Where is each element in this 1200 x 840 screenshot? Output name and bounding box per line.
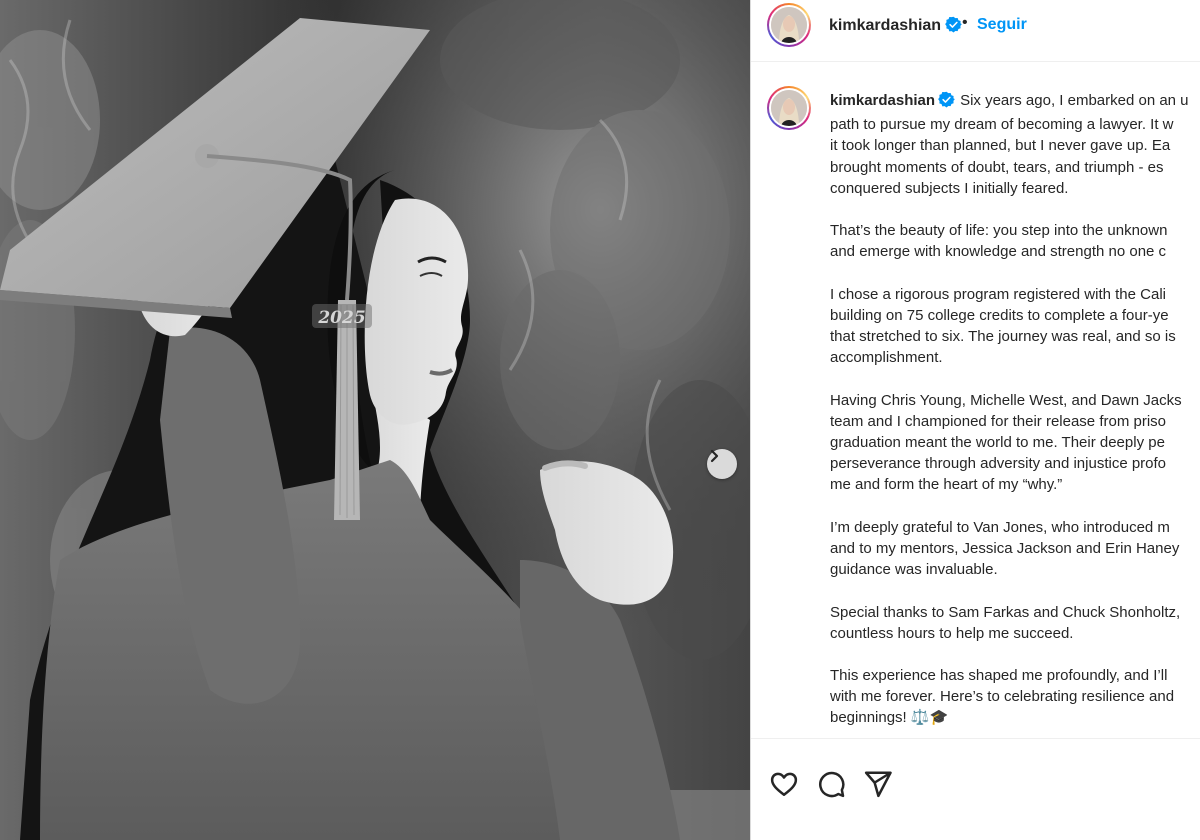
caption-line: graduation meant the world to me. Their … <box>830 434 1165 452</box>
caption-line: with me forever. Here’s to celebrating r… <box>830 688 1175 706</box>
caption-line: This experience has shaped me profoundly… <box>830 667 1168 685</box>
caption-line: guidance was invaluable. <box>830 561 998 579</box>
caption-line: brought moments of doubt, tears, and tri… <box>830 158 1164 176</box>
caption-line <box>830 263 1200 284</box>
caption-line <box>830 644 1200 665</box>
graduation-photo: 2025 <box>0 0 750 840</box>
header-username-row[interactable]: kimkardashian <box>829 16 962 38</box>
caption-username[interactable]: kimkardashian <box>830 92 935 109</box>
caption-line: accomplishment. <box>830 349 943 367</box>
caption-line: I’m deeply grateful to Van Jones, who in… <box>830 518 1170 536</box>
caption-line: Having Chris Young, Michelle West, and D… <box>830 391 1182 409</box>
like-button[interactable] <box>769 769 799 799</box>
share-icon <box>863 771 893 803</box>
caption-line: That’s the beauty of life: you step into… <box>830 222 1168 240</box>
caption-body: path to pursue my dream of becoming a la… <box>830 114 1200 728</box>
caption-line: conquered subjects I initially feared. <box>830 179 1069 197</box>
tassel-charm-year: 2025 <box>317 308 365 328</box>
comment-button[interactable] <box>816 769 846 799</box>
caption-line: it took longer than planned, but I never… <box>830 137 1171 155</box>
caption-line: Special thanks to Sam Farkas and Chuck S… <box>830 603 1181 621</box>
caption-avatar-image <box>771 90 807 126</box>
avatar[interactable] <box>767 3 811 47</box>
verified-badge-icon <box>945 16 962 38</box>
caption-line: I chose a rigorous program registered wi… <box>830 285 1166 303</box>
caption-line <box>830 580 1200 601</box>
comment-icon <box>816 771 846 803</box>
caption-line: building on 75 college credits to comple… <box>830 306 1169 324</box>
header-separator: • <box>962 14 968 31</box>
post-side-panel: kimkardashian • Seguir kimkardashian Six … <box>750 0 1200 840</box>
post-header: kimkardashian • Seguir <box>751 0 1200 62</box>
caption-line: kimkardashian Six years ago, I embarked o… <box>830 90 1200 114</box>
header-username[interactable]: kimkardashian <box>829 17 941 34</box>
caption-avatar[interactable] <box>767 86 811 130</box>
caption-line: team and I championed for their release … <box>830 412 1166 430</box>
caption-line <box>830 368 1200 389</box>
post-caption: kimkardashian Six years ago, I embarked o… <box>830 90 1200 729</box>
post-photo[interactable]: 2025 <box>0 0 750 840</box>
caption-line: perseverance through adversity and injus… <box>830 455 1167 473</box>
heart-icon <box>769 772 799 803</box>
caption-line <box>830 199 1200 220</box>
caption-line: path to pursue my dream of becoming a la… <box>830 116 1174 134</box>
caption-text: Six years ago, I embarked on an u <box>960 92 1189 109</box>
follow-button[interactable]: Seguir <box>977 16 1027 34</box>
caption-line <box>830 496 1200 517</box>
avatar-image <box>771 7 807 43</box>
caption-line: and to my mentors, Jessica Jackson and E… <box>830 539 1180 557</box>
caption-line: me and form the heart of my “why.” <box>830 476 1063 494</box>
caption-line: that stretched to six. The journey was r… <box>830 328 1176 346</box>
post-actions-bar <box>751 738 1200 840</box>
caption-line: and emerge with knowledge and strength n… <box>830 243 1167 261</box>
share-button[interactable] <box>863 769 893 799</box>
caption-line: beginnings! ⚖️🎓 <box>830 709 949 727</box>
caption-line: countless hours to help me succeed. <box>830 624 1074 642</box>
next-photo-button[interactable] <box>707 449 737 479</box>
verified-badge-icon <box>938 91 955 114</box>
